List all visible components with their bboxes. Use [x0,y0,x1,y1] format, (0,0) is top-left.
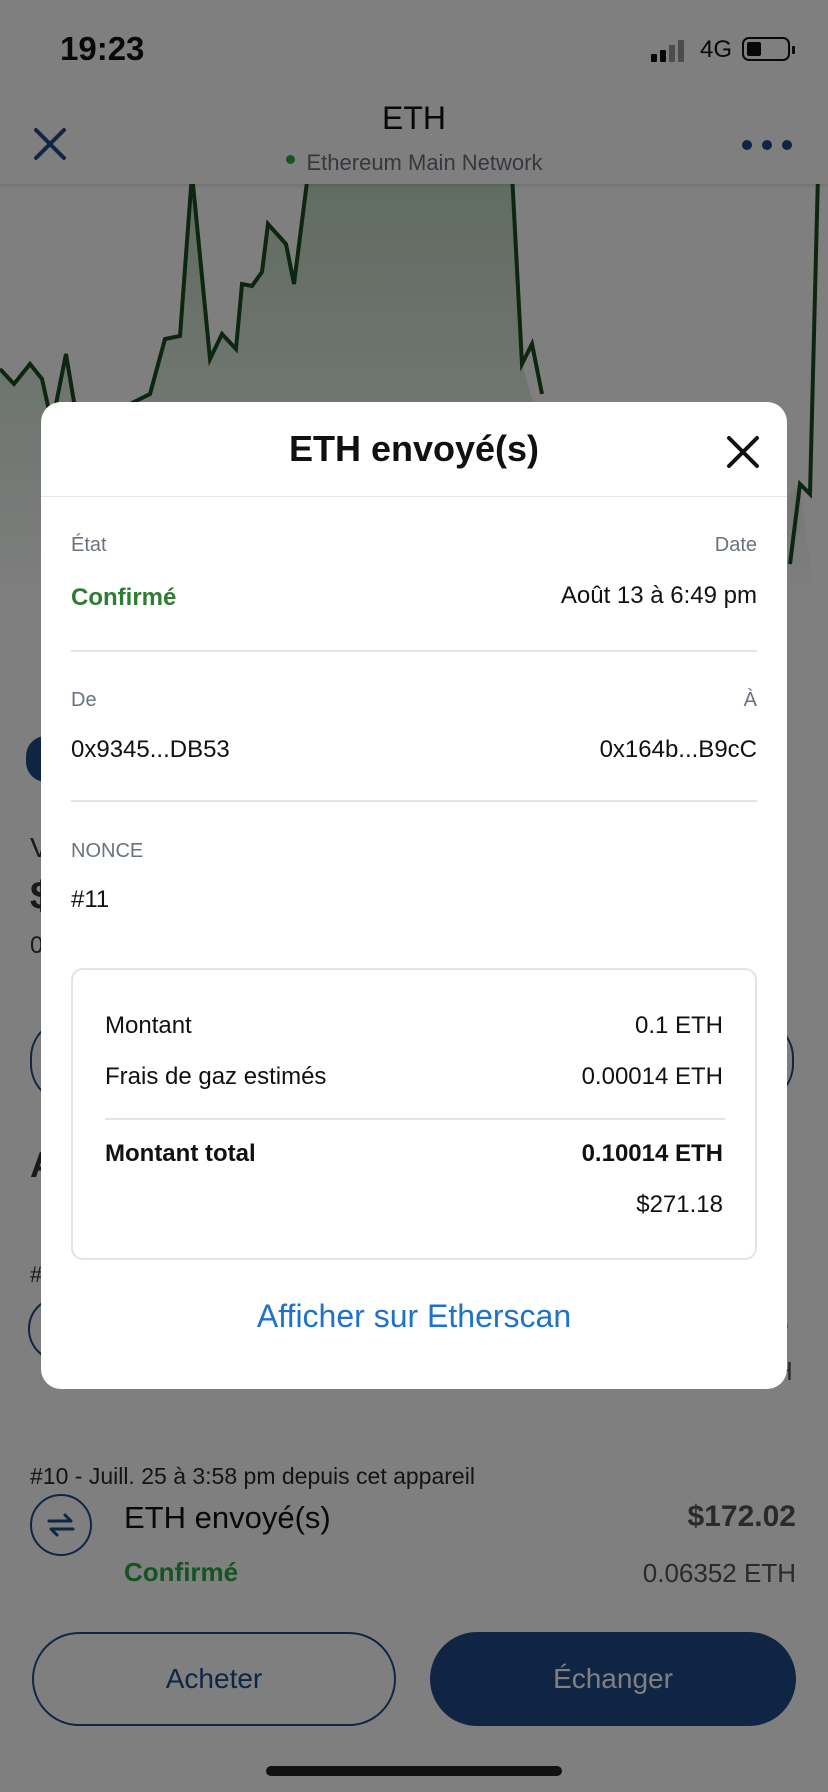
nonce-label: NONCE [71,840,144,862]
to-address[interactable]: 0x164b...B9cC [600,736,757,764]
modal-header-divider [41,496,787,497]
state-label: État [71,534,107,556]
from-address[interactable]: 0x9345...DB53 [71,736,230,764]
divider [71,650,757,652]
total-fiat-value: $271.18 [636,1191,723,1218]
amount-summary-box: Montant 0.1 ETH Frais de gaz estimés 0.0… [71,968,757,1260]
amount-label: Montant [105,1012,192,1039]
state-value: Confirmé [71,584,177,611]
date-value: Août 13 à 6:49 pm [560,582,757,609]
total-label: Montant total [105,1140,256,1167]
gas-fee-label: Frais de gaz estimés [105,1063,327,1090]
transaction-details-modal: ETH envoyé(s) État Date Confirmé Août 13… [41,402,787,1389]
close-icon[interactable] [723,432,763,472]
modal-title: ETH envoyé(s) [288,428,540,469]
divider [71,800,757,802]
view-on-etherscan-link[interactable]: Afficher sur Etherscan [41,1298,787,1335]
total-value: 0.10014 ETH [581,1140,723,1167]
date-label: Date [714,534,757,556]
to-label: À [743,689,757,711]
amount-value: 0.1 ETH [634,1012,723,1039]
summary-divider [105,1118,725,1120]
from-label: De [71,689,97,711]
nonce-value: #11 [71,886,110,913]
home-indicator[interactable] [266,1766,562,1776]
gas-fee-value: 0.00014 ETH [581,1063,723,1090]
